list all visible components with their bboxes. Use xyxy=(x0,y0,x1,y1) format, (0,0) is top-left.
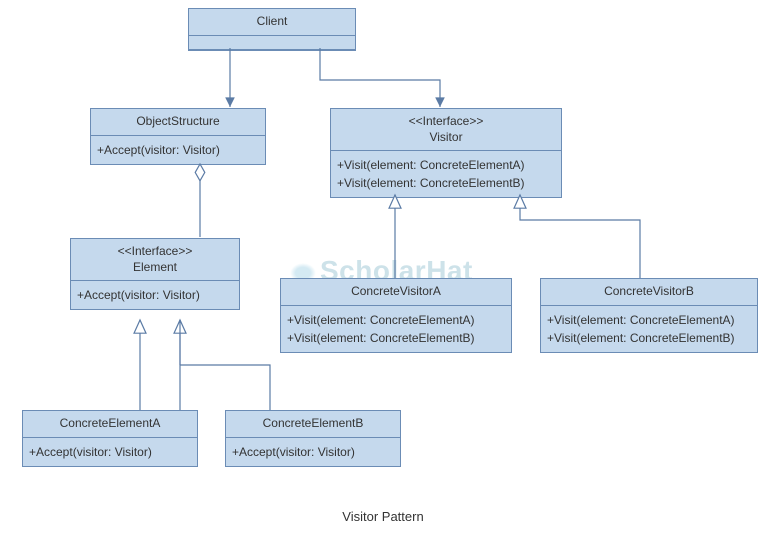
class-concrete-element-a-ops: +Accept(visitor: Visitor) xyxy=(23,438,197,466)
class-concrete-visitor-b-ops: +Visit(element: ConcreteElementA) +Visit… xyxy=(541,306,757,352)
op: +Visit(element: ConcreteElementA) xyxy=(287,311,505,329)
realize-cvb-visitor xyxy=(520,195,640,278)
class-concrete-element-a: ConcreteElementA +Accept(visitor: Visito… xyxy=(22,410,198,467)
class-concrete-element-b-ops: +Accept(visitor: Visitor) xyxy=(226,438,400,466)
op: +Visit(element: ConcreteElementB) xyxy=(287,329,505,347)
stereotype: <<Interface>> xyxy=(337,114,555,130)
stereotype: <<Interface>> xyxy=(77,244,233,260)
interface-element-title: <<Interface>> Element xyxy=(71,239,239,281)
interface-element-name: Element xyxy=(133,260,177,274)
op: +Visit(element: ConcreteElementA) xyxy=(337,156,555,174)
interface-visitor-ops: +Visit(element: ConcreteElementA) +Visit… xyxy=(331,151,561,197)
interface-element: <<Interface>> Element +Accept(visitor: V… xyxy=(70,238,240,310)
class-client-body xyxy=(189,36,355,50)
interface-visitor: <<Interface>> Visitor +Visit(element: Co… xyxy=(330,108,562,198)
op: +Visit(element: ConcreteElementB) xyxy=(337,174,555,192)
op: +Accept(visitor: Visitor) xyxy=(77,286,233,304)
class-concrete-element-b: ConcreteElementB +Accept(visitor: Visito… xyxy=(225,410,401,467)
class-concrete-visitor-a: ConcreteVisitorA +Visit(element: Concret… xyxy=(280,278,512,353)
class-object-structure: ObjectStructure +Accept(visitor: Visitor… xyxy=(90,108,266,165)
class-concrete-visitor-a-name: ConcreteVisitorA xyxy=(281,279,511,306)
op: +Accept(visitor: Visitor) xyxy=(232,443,394,461)
interface-visitor-title: <<Interface>> Visitor xyxy=(331,109,561,151)
op: +Accept(visitor: Visitor) xyxy=(29,443,191,461)
class-object-structure-name: ObjectStructure xyxy=(91,109,265,136)
op: +Visit(element: ConcreteElementB) xyxy=(547,329,751,347)
class-concrete-visitor-b-name: ConcreteVisitorB xyxy=(541,279,757,306)
class-concrete-element-b-name: ConcreteElementB xyxy=(226,411,400,438)
interface-visitor-name: Visitor xyxy=(429,130,462,144)
interface-element-ops: +Accept(visitor: Visitor) xyxy=(71,281,239,309)
class-concrete-element-a-name: ConcreteElementA xyxy=(23,411,197,438)
class-object-structure-ops: +Accept(visitor: Visitor) xyxy=(91,136,265,164)
assoc-client-visitor xyxy=(320,48,440,107)
realize-ceb-element-leg xyxy=(180,365,270,410)
class-client-name: Client xyxy=(189,9,355,36)
class-concrete-visitor-a-ops: +Visit(element: ConcreteElementA) +Visit… xyxy=(281,306,511,352)
diagram-caption: Visitor Pattern xyxy=(0,509,766,524)
op: +Accept(visitor: Visitor) xyxy=(97,141,259,159)
op: +Visit(element: ConcreteElementA) xyxy=(547,311,751,329)
class-client: Client xyxy=(188,8,356,51)
class-concrete-visitor-b: ConcreteVisitorB +Visit(element: Concret… xyxy=(540,278,758,353)
